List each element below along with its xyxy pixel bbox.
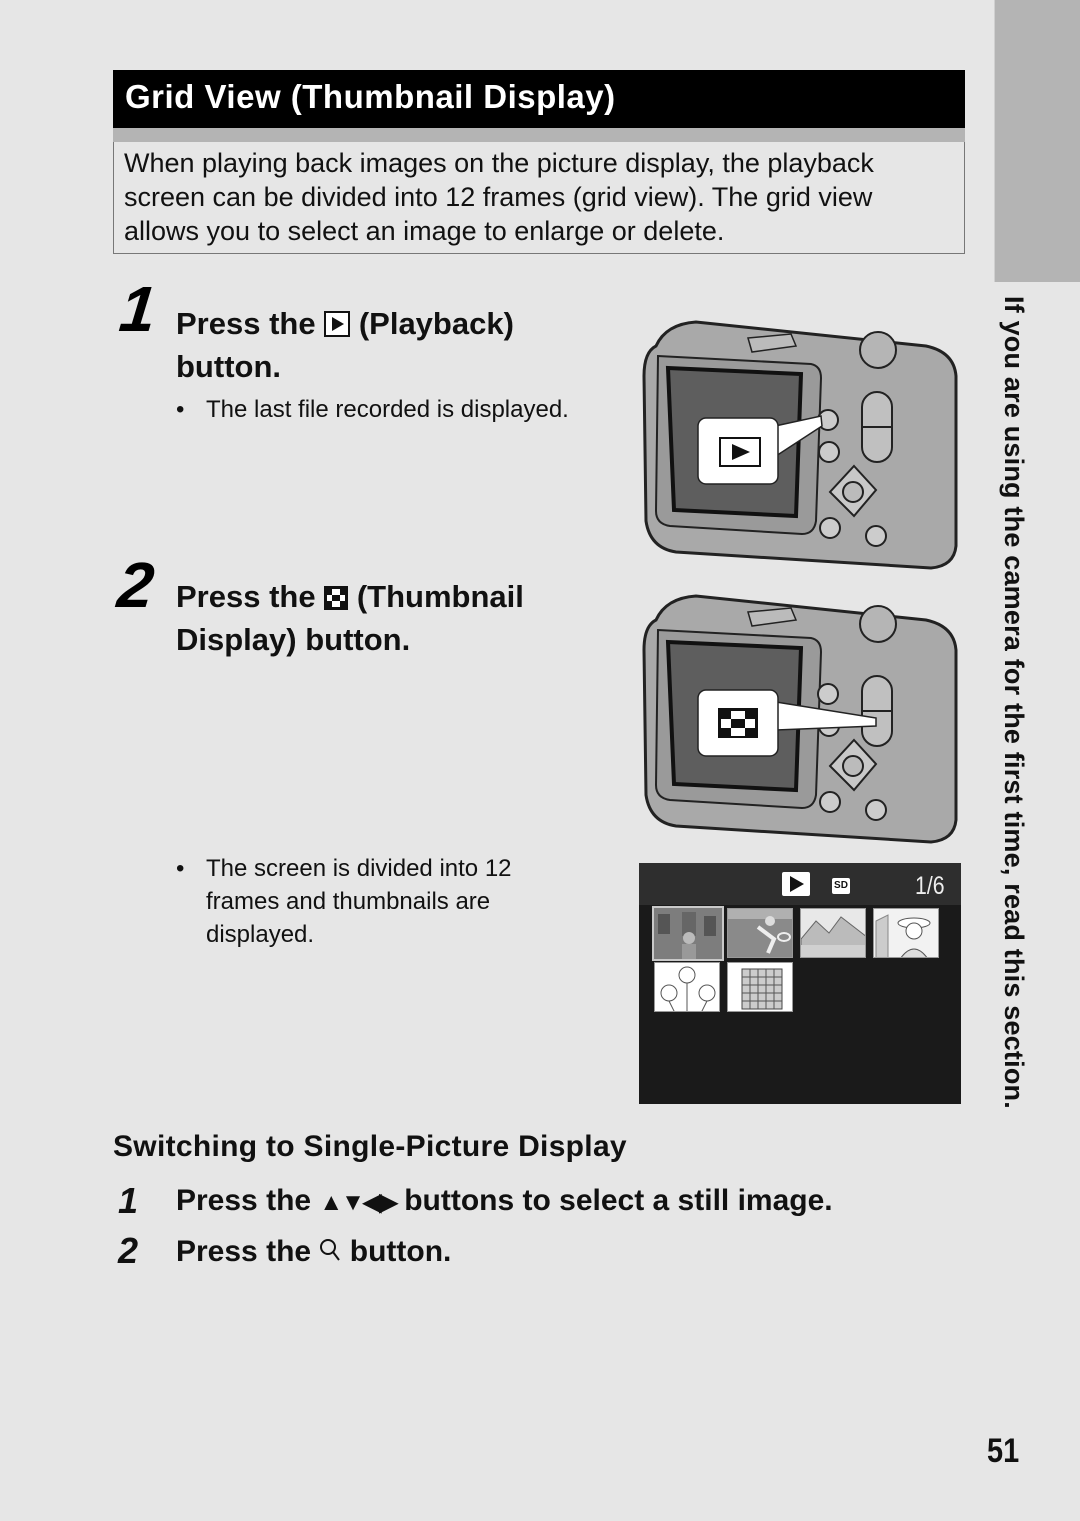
step-1-title-before: Press the [176, 306, 316, 341]
step-2-title-after: (Thumbnail [356, 579, 524, 614]
step-2-number: 2 [114, 549, 158, 621]
thumbnail-icon [324, 580, 349, 620]
thumbnail-woman-city[interactable] [652, 906, 724, 961]
thumbnail-flowers[interactable] [654, 962, 720, 1012]
lcd-playback-icon [782, 872, 810, 896]
step-2-title: Press the (Thumbnail Display) button. [176, 577, 524, 660]
sub-step-1-after: buttons to select a still image. [404, 1184, 833, 1217]
sub-step-1-text: Press the ▲▼◀▶ buttons to select a still… [176, 1184, 833, 1218]
thumbnail-woman-hat[interactable] [873, 908, 939, 958]
step-1-number: 1 [116, 273, 160, 345]
step-2-bullet-line-1: The screen is divided into 12 [206, 855, 512, 882]
page-counter: 1/6 [915, 872, 945, 900]
section-title: Grid View (Thumbnail Display) [125, 78, 616, 115]
sub-step-2-number: 2 [118, 1230, 139, 1271]
step-2-title-line2: Display) button. [176, 622, 411, 657]
step-2-bullet-line-2: frames and thumbnails are [206, 888, 491, 915]
section-title-bar: Grid View (Thumbnail Display) [113, 70, 965, 128]
bullet-dot: • [176, 396, 185, 423]
thumbnail-tennis-player[interactable] [727, 908, 793, 958]
sub-step-2-text: Press the button. [176, 1235, 451, 1272]
side-note: If you are using the camera for the firs… [999, 296, 1029, 1109]
step-2-bullet: • The screen is divided into 12 frames a… [176, 852, 596, 951]
sub-step-1-before: Press the [176, 1184, 312, 1217]
step-1-title-line2: button. [176, 349, 282, 384]
step-2-bullet-line-3: displayed. [206, 921, 315, 948]
thumbnail-building[interactable] [727, 962, 793, 1012]
step-1-title-after: (Playback) [358, 306, 514, 341]
sub-step-2-before: Press the [176, 1235, 312, 1268]
thumbnail-mountains[interactable] [800, 908, 866, 958]
camera-illustration-playback [642, 320, 958, 570]
camera-illustration-thumbnail [642, 594, 958, 844]
chapter-tab [994, 0, 1080, 282]
zoom-magnifier-icon [319, 1238, 341, 1272]
bullet-dot: • [176, 855, 185, 882]
page-number: 51 [987, 1432, 1020, 1470]
sd-card-icon: SD [832, 878, 850, 894]
intro-box: When playing back images on the picture … [113, 142, 965, 254]
step-2-title-before: Press the [176, 579, 316, 614]
sub-step-2-after: button. [349, 1235, 452, 1268]
title-underline [113, 128, 965, 142]
playback-icon [324, 307, 351, 347]
intro-text: When playing back images on the picture … [124, 148, 874, 246]
step-1-title: Press the (Playback) button. [176, 304, 514, 387]
arrow-keys-icon: ▲▼◀▶ [319, 1189, 397, 1216]
sub-step-1-number: 1 [118, 1180, 139, 1221]
step-1-bullet: • The last file recorded is displayed. [176, 393, 636, 426]
subsection-title: Switching to Single-Picture Display [113, 1130, 627, 1163]
step-1-bullet-text: The last file recorded is displayed. [206, 396, 569, 423]
